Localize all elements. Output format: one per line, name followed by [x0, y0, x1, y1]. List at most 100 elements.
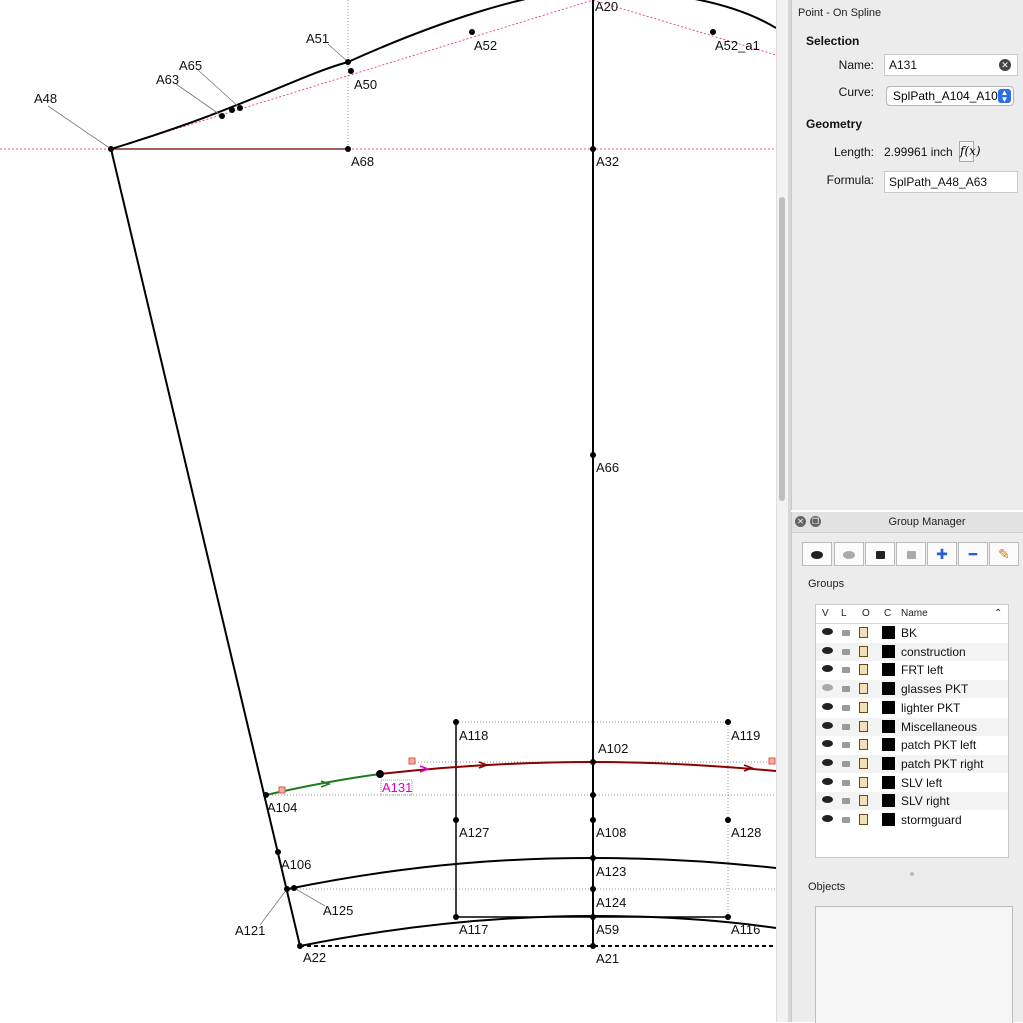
remove-group-button[interactable]: ━: [958, 542, 988, 566]
scrollbar-thumb[interactable]: [779, 197, 785, 501]
color-swatch[interactable]: [882, 700, 895, 714]
clipboard-icon[interactable]: [859, 776, 868, 788]
color-swatch[interactable]: [882, 682, 895, 696]
point-a131[interactable]: [376, 770, 384, 778]
objects-list[interactable]: [815, 906, 1013, 1023]
group-row[interactable]: patch PKT right: [816, 754, 1008, 773]
point-marker[interactable]: [229, 107, 235, 113]
group-row[interactable]: patch PKT left: [816, 736, 1008, 754]
pattern-canvas[interactable]: A20 A51 A52 A52_a1 A65 A63 A48 A50 A68 A…: [0, 0, 776, 1022]
clipboard-icon[interactable]: [859, 795, 868, 807]
point-a65[interactable]: [237, 105, 243, 111]
column-locked[interactable]: L: [841, 608, 847, 619]
column-objects[interactable]: O: [862, 608, 870, 619]
group-row[interactable]: FRT left: [816, 661, 1008, 679]
eye-icon[interactable]: [822, 777, 833, 785]
point-a102[interactable]: [590, 759, 596, 765]
pattern-drawing[interactable]: A20 A51 A52 A52_a1 A65 A63 A48 A50 A68 A…: [0, 0, 776, 1022]
eye-icon[interactable]: [822, 815, 833, 822]
point-a124[interactable]: [590, 886, 596, 892]
color-swatch[interactable]: [882, 719, 895, 733]
control-point-handle[interactable]: [408, 757, 416, 765]
color-swatch[interactable]: [882, 738, 895, 752]
eye-icon[interactable]: [822, 758, 833, 766]
group-row[interactable]: construction: [816, 642, 1008, 661]
clear-icon[interactable]: ✕: [999, 59, 1011, 71]
point-a106[interactable]: [275, 849, 281, 855]
edit-group-button[interactable]: ✎: [989, 542, 1019, 566]
point-a66[interactable]: [590, 452, 596, 458]
lock-icon[interactable]: [842, 723, 850, 730]
group-row[interactable]: SLV right: [816, 792, 1008, 811]
point-a21[interactable]: [590, 943, 596, 949]
groups-table[interactable]: V L O C Name ⌃ BK construction FRT left gla…: [815, 604, 1009, 858]
lock-icon[interactable]: [842, 667, 850, 674]
point-a22[interactable]: [297, 943, 303, 949]
point-a118[interactable]: [453, 719, 459, 725]
eye-icon[interactable]: [822, 740, 833, 748]
lock-icon[interactable]: [842, 686, 850, 693]
point-a117[interactable]: [453, 914, 459, 920]
point-a32[interactable]: [590, 146, 596, 152]
lock-icon[interactable]: [842, 798, 850, 805]
lock-icon[interactable]: [842, 742, 850, 749]
color-swatch[interactable]: [882, 775, 895, 789]
color-swatch[interactable]: [882, 756, 895, 770]
point-a63[interactable]: [219, 113, 225, 119]
eye-icon[interactable]: [822, 646, 833, 654]
lock-icon[interactable]: [842, 704, 850, 711]
hide-all-button[interactable]: [834, 542, 864, 566]
point-a104[interactable]: [263, 792, 269, 798]
splitter-handle[interactable]: [910, 872, 914, 876]
add-group-button[interactable]: ✚: [927, 542, 957, 566]
clipboard-icon[interactable]: [859, 720, 868, 732]
unlock-all-button[interactable]: [896, 542, 926, 566]
clipboard-icon[interactable]: [859, 739, 868, 751]
eye-icon[interactable]: [822, 721, 833, 729]
lock-icon[interactable]: [842, 648, 850, 655]
column-color[interactable]: C: [884, 608, 891, 619]
clipboard-icon[interactable]: [859, 701, 868, 713]
name-field[interactable]: A131 ✕: [884, 54, 1018, 76]
clipboard-icon[interactable]: [859, 664, 868, 676]
eye-icon[interactable]: [822, 702, 833, 710]
show-all-button[interactable]: [802, 542, 832, 566]
point-a123[interactable]: [590, 855, 596, 861]
lock-icon[interactable]: [842, 760, 850, 767]
color-swatch[interactable]: [882, 794, 895, 808]
point-a48[interactable]: [108, 146, 114, 152]
clipboard-icon[interactable]: [859, 683, 868, 695]
point-a68[interactable]: [345, 146, 351, 152]
column-visible[interactable]: V: [822, 608, 829, 619]
formula-wizard-button[interactable]: f(x): [959, 141, 981, 162]
clipboard-icon[interactable]: [859, 757, 868, 769]
point-a108[interactable]: [590, 817, 596, 823]
group-row[interactable]: SLV left: [816, 774, 1008, 792]
color-swatch[interactable]: [882, 626, 895, 639]
color-swatch[interactable]: [882, 663, 895, 677]
clipboard-icon[interactable]: [859, 645, 868, 657]
lock-all-button[interactable]: [865, 542, 895, 566]
curve-select[interactable]: SplPath_A104_A10 ▲ ▼: [886, 86, 1014, 106]
eye-icon[interactable]: [822, 796, 833, 804]
clipboard-icon[interactable]: [859, 814, 868, 825]
point-a116[interactable]: [725, 914, 731, 920]
color-swatch[interactable]: [882, 813, 895, 826]
group-row[interactable]: BK: [816, 624, 1008, 642]
formula-field[interactable]: SplPath_A48_A63: [884, 171, 1018, 193]
point-a128[interactable]: [725, 817, 731, 823]
lock-icon[interactable]: [842, 630, 850, 636]
selected-spline[interactable]: [379, 760, 776, 775]
group-row[interactable]: glasses PKT: [816, 680, 1008, 699]
point-a59[interactable]: [590, 914, 596, 920]
group-row[interactable]: lighter PKT: [816, 699, 1008, 717]
lock-icon[interactable]: [842, 817, 850, 823]
point-marker[interactable]: [590, 792, 596, 798]
point-a121[interactable]: [284, 886, 290, 892]
eye-icon[interactable]: [822, 628, 833, 635]
point-a51[interactable]: [345, 59, 351, 65]
lock-icon[interactable]: [842, 779, 850, 786]
point-a125[interactable]: [291, 885, 297, 891]
eye-icon[interactable]: [822, 684, 833, 692]
point-a50[interactable]: [348, 68, 354, 74]
